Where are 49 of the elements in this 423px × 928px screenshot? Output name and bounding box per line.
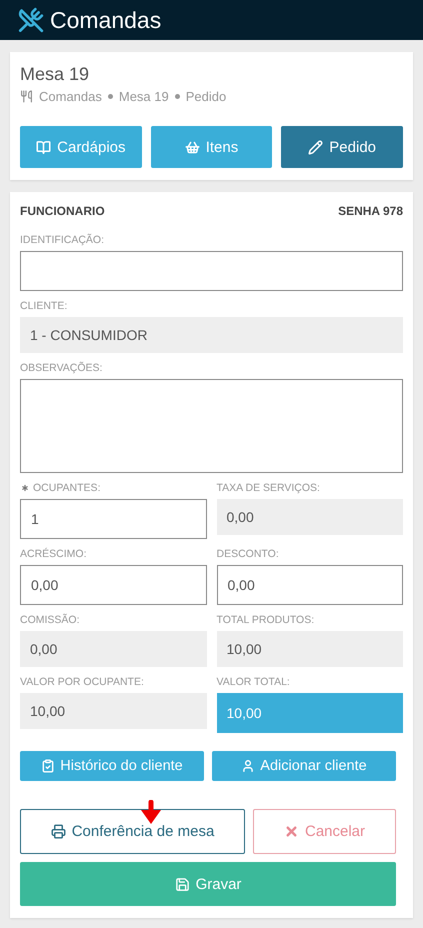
nav-button[interactable]: Cardápios (20, 126, 142, 168)
input-field[interactable]: 10,00 (216, 693, 403, 733)
field-label: OCUPANTES: (33, 482, 100, 494)
input-field[interactable]: 0,00 (216, 499, 403, 535)
input-field[interactable]: 10,00 (216, 631, 403, 667)
field-label: OBSERVAÇÕES: (20, 362, 102, 374)
input-field[interactable] (20, 251, 403, 291)
field-label: COMISSÃO: (20, 614, 80, 626)
client-button[interactable]: Adicionar cliente (212, 751, 396, 781)
field-label: CLIENTE: (20, 300, 68, 312)
input-field[interactable]: 1 - CONSUMIDOR (20, 317, 403, 353)
basket-icon (184, 140, 200, 154)
notes-field[interactable] (20, 379, 403, 473)
input-field[interactable]: 10,00 (20, 693, 206, 729)
separator-dot (108, 94, 113, 99)
required-icon (20, 483, 30, 493)
separator-dot (174, 94, 180, 99)
field-label: VALOR TOTAL: (216, 676, 290, 688)
field-label: ACRÉSCIMO: (20, 548, 87, 560)
field-label: TAXA DE SERVIÇOS: (216, 482, 320, 494)
field-label: IDENTIFICAÇÃO: (20, 234, 104, 246)
close-icon (284, 824, 299, 839)
client-button[interactable]: Histórico do cliente (20, 751, 204, 781)
action-button[interactable]: Conferência de mesa (20, 809, 245, 854)
input-field[interactable]: 1 (20, 499, 206, 539)
breadcrumb-item[interactable]: Mesa 19 (118, 89, 169, 104)
nav-button[interactable]: Itens (150, 126, 272, 168)
pencil-icon (308, 140, 324, 154)
user-icon (241, 759, 256, 773)
field-label: VALOR POR OCUPANTE: (20, 676, 144, 688)
save-icon (174, 876, 190, 892)
field-label: TOTAL PRODUTOS: (216, 614, 314, 626)
utensils-icon (20, 90, 33, 103)
breadcrumb-item[interactable]: Pedido (186, 89, 226, 104)
nav-button[interactable]: Pedido (281, 126, 403, 168)
field-label: DESCONTO: (216, 548, 279, 560)
utensils-icon (18, 7, 44, 33)
password-label: SENHA 978 (338, 204, 403, 218)
input-field[interactable]: 0,00 (20, 631, 206, 667)
breadcrumb-item[interactable]: Comandas (39, 89, 102, 104)
book-icon (36, 140, 52, 154)
input-field[interactable]: 0,00 (20, 565, 206, 605)
clipboard-icon (41, 759, 56, 773)
page-title: Mesa 19 (20, 64, 90, 85)
arrow-annotation (139, 800, 163, 824)
app-title: Comandas (50, 6, 162, 34)
input-field[interactable]: 0,00 (216, 565, 403, 605)
printer-icon (50, 824, 66, 839)
employee-label: FUNCIONARIO (20, 204, 105, 218)
